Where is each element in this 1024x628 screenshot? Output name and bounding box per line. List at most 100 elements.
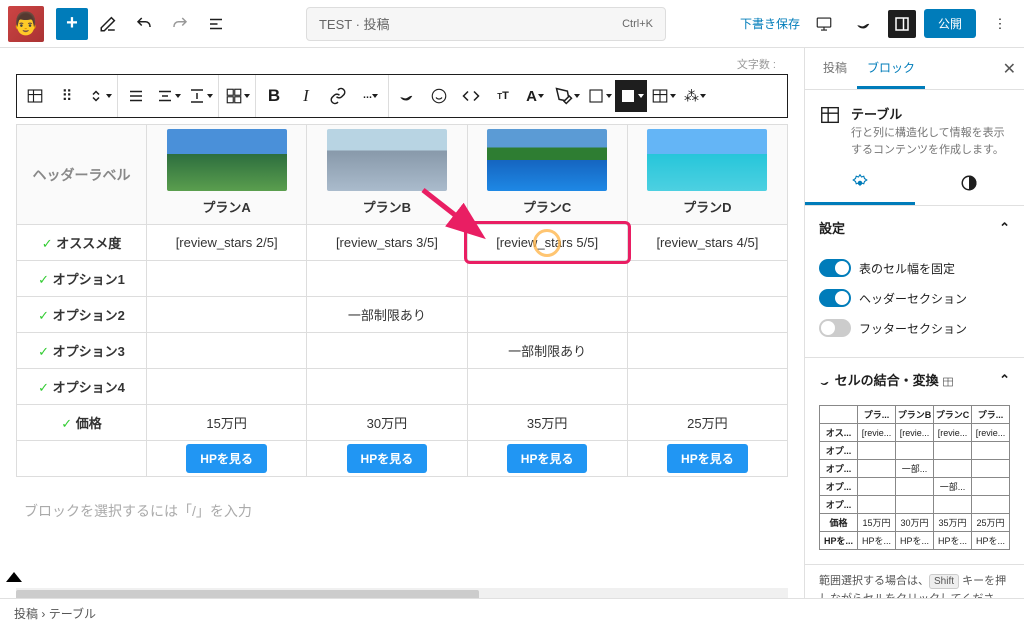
table-cell[interactable] bbox=[307, 369, 467, 405]
tab-styles-icon[interactable] bbox=[915, 164, 1024, 205]
breadcrumb[interactable]: 投稿 › テーブル bbox=[0, 598, 1024, 628]
border-icon[interactable] bbox=[583, 80, 615, 112]
table-edit-icon[interactable] bbox=[221, 80, 253, 112]
move-icon[interactable] bbox=[83, 80, 115, 112]
redo-icon[interactable] bbox=[164, 8, 196, 40]
table-block-icon[interactable] bbox=[19, 80, 51, 112]
plan-image bbox=[327, 129, 447, 191]
table-cell[interactable]: HPを見る bbox=[307, 441, 467, 477]
table-icon bbox=[819, 104, 841, 126]
row-label-cell[interactable]: ✓ オプション2 bbox=[17, 297, 147, 333]
table-cell[interactable] bbox=[307, 261, 467, 297]
table-cell[interactable]: 15万円 bbox=[147, 405, 307, 441]
table-cell[interactable] bbox=[147, 369, 307, 405]
table-cell[interactable] bbox=[147, 261, 307, 297]
table-cell[interactable] bbox=[627, 297, 787, 333]
table-cell[interactable] bbox=[627, 333, 787, 369]
add-block-button[interactable]: + bbox=[56, 8, 88, 40]
close-sidebar-icon[interactable]: ✕ bbox=[1003, 59, 1016, 79]
publish-button[interactable]: 公開 bbox=[924, 9, 976, 38]
bg-color-icon[interactable] bbox=[615, 80, 647, 112]
align-none-icon[interactable] bbox=[120, 80, 152, 112]
table-cell[interactable]: HPを見る bbox=[627, 441, 787, 477]
toggle-fixed-width[interactable] bbox=[819, 259, 851, 277]
edit-mode-icon[interactable] bbox=[92, 8, 124, 40]
text-color-icon[interactable]: A bbox=[519, 80, 551, 112]
plan-image bbox=[167, 129, 287, 191]
table-cell[interactable]: HPを見る bbox=[467, 441, 627, 477]
command-palette-input[interactable]: TEST · 投稿 Ctrl+K bbox=[306, 7, 666, 41]
table-cell[interactable] bbox=[467, 369, 627, 405]
drag-handle-icon[interactable]: ⠿ bbox=[51, 80, 83, 112]
preview-desktop-icon[interactable] bbox=[808, 8, 840, 40]
highlight-icon[interactable] bbox=[551, 80, 583, 112]
panel-merge-header[interactable]: セルの結合・変換 ⌃ bbox=[805, 358, 1024, 401]
row-label-cell[interactable]: ✓ オプション3 bbox=[17, 333, 147, 369]
block-description: 行と列に構造化して情報を表示するコンテンツを作成します。 bbox=[851, 125, 1010, 158]
row-label-cell[interactable]: ✓ オプション4 bbox=[17, 369, 147, 405]
cell-style-icon[interactable] bbox=[647, 80, 679, 112]
toggle-footer-section[interactable] bbox=[819, 319, 851, 337]
table-cell[interactable] bbox=[147, 297, 307, 333]
more-text-icon[interactable]: ··· bbox=[354, 80, 386, 112]
table-cell[interactable]: 25万円 bbox=[627, 405, 787, 441]
table-cell[interactable]: 30万円 bbox=[307, 405, 467, 441]
save-draft-link[interactable]: 下書き保存 bbox=[740, 15, 800, 32]
valign-icon[interactable] bbox=[184, 80, 216, 112]
row-label-cell[interactable]: ✓ 価格 bbox=[17, 405, 147, 441]
link-icon[interactable] bbox=[322, 80, 354, 112]
table-cell[interactable] bbox=[467, 261, 627, 297]
comparison-table[interactable]: ヘッダーラベル プランA プランB プランC プランD ✓ オススメ度[revi… bbox=[16, 124, 788, 477]
plan-image bbox=[647, 129, 767, 191]
font-size-icon[interactable]: TT bbox=[487, 80, 519, 112]
row-label-cell[interactable]: ✓ オススメ度 bbox=[17, 225, 147, 261]
hp-button[interactable]: HPを見る bbox=[667, 444, 748, 473]
emoji-icon[interactable] bbox=[423, 80, 455, 112]
code-icon[interactable] bbox=[455, 80, 487, 112]
doc-title: TEST · 投稿 bbox=[319, 14, 390, 33]
paw-icon[interactable]: ⁂ bbox=[679, 80, 711, 112]
hp-button[interactable]: HPを見る bbox=[347, 444, 428, 473]
tab-block[interactable]: ブロック bbox=[857, 49, 925, 89]
row-label-cell[interactable]: ✓ オプション1 bbox=[17, 261, 147, 297]
table-cell[interactable]: 35万円 bbox=[467, 405, 627, 441]
shortcut-label: Ctrl+K bbox=[622, 18, 653, 30]
block-appender[interactable]: ブロックを選択するには「/」を入力 bbox=[16, 477, 788, 529]
undo-icon[interactable] bbox=[128, 8, 160, 40]
italic-button[interactable]: I bbox=[290, 80, 322, 112]
table-cell[interactable]: [review_stars 4/5] bbox=[627, 225, 787, 261]
settings-panel-toggle[interactable] bbox=[888, 10, 916, 38]
swell-format-icon[interactable] bbox=[391, 80, 423, 112]
swell-icon[interactable] bbox=[848, 8, 880, 40]
table-cell[interactable] bbox=[627, 261, 787, 297]
word-count-label: 文字数 : bbox=[16, 56, 788, 72]
table-cell[interactable] bbox=[467, 297, 627, 333]
table-cell[interactable] bbox=[147, 333, 307, 369]
tab-post[interactable]: 投稿 bbox=[813, 49, 857, 89]
plan-image bbox=[487, 129, 607, 191]
more-options-icon[interactable]: ⋮ bbox=[984, 8, 1016, 40]
hp-button[interactable]: HPを見る bbox=[186, 444, 267, 473]
header-label-cell[interactable]: ヘッダーラベル bbox=[33, 167, 131, 183]
hp-button[interactable]: HPを見る bbox=[507, 444, 588, 473]
user-avatar[interactable] bbox=[8, 6, 44, 42]
outline-icon[interactable] bbox=[200, 8, 232, 40]
table-cell[interactable]: HPを見る bbox=[147, 441, 307, 477]
table-cell[interactable]: [review_stars 2/5] bbox=[147, 225, 307, 261]
tab-settings-icon[interactable] bbox=[805, 164, 915, 205]
table-cell[interactable]: [review_stars 5/5] bbox=[467, 225, 627, 261]
panel-settings-header[interactable]: 設定⌃ bbox=[805, 206, 1024, 249]
table-cell[interactable] bbox=[307, 333, 467, 369]
table-cell[interactable]: 一部制限あり bbox=[467, 333, 627, 369]
plan-header[interactable]: プランD bbox=[627, 125, 787, 225]
toggle-header-section[interactable] bbox=[819, 289, 851, 307]
table-cell[interactable] bbox=[627, 369, 787, 405]
settings-sidebar: 投稿 ブロック ✕ テーブル 行と列に構造化して情報を表示するコンテンツを作成し… bbox=[804, 48, 1024, 628]
mini-table-preview[interactable]: プラ...プランBプランCプラ... オス...[revie...[revie.… bbox=[819, 405, 1010, 550]
align-center-icon[interactable] bbox=[152, 80, 184, 112]
table-cell[interactable]: 一部制限あり bbox=[307, 297, 467, 333]
table-cell[interactable] bbox=[17, 441, 147, 477]
block-title: テーブル bbox=[851, 104, 1010, 123]
plan-header[interactable]: プランA bbox=[147, 125, 307, 225]
bold-button[interactable]: B bbox=[258, 80, 290, 112]
